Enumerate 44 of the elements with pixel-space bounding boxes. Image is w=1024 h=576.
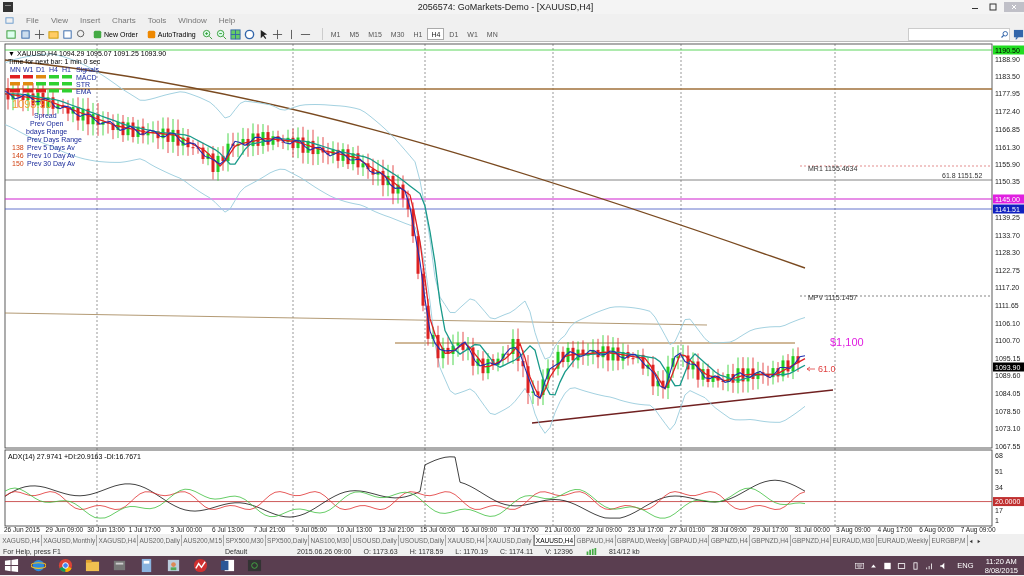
cross-icon[interactable] <box>34 28 45 40</box>
scroll-left-icon[interactable] <box>967 538 975 545</box>
signal-icon[interactable] <box>925 561 935 570</box>
app-icon[interactable] <box>112 558 127 573</box>
menu-item[interactable]: Insert <box>80 16 101 25</box>
browser-icon[interactable] <box>31 558 46 573</box>
monitor-icon[interactable] <box>897 561 907 570</box>
window-icon <box>5 16 14 25</box>
windows-logo-icon[interactable] <box>4 558 19 573</box>
window-icon[interactable] <box>62 28 73 40</box>
terminal-icon[interactable] <box>247 558 262 573</box>
maximize-icon[interactable] <box>986 2 1000 12</box>
chart-app-icon[interactable] <box>193 558 208 573</box>
menu-item[interactable]: Window <box>178 16 207 25</box>
robot-icon <box>146 29 156 39</box>
keyboard-icon[interactable] <box>855 561 865 570</box>
menu-item[interactable]: Charts <box>112 16 136 25</box>
clock-icon[interactable] <box>243 28 255 40</box>
chart-annotation: 61.0 <box>818 364 836 374</box>
zoom-in-icon[interactable] <box>201 28 213 40</box>
chevron-up-icon[interactable] <box>869 561 879 570</box>
calculator-icon[interactable] <box>139 558 154 573</box>
word-icon[interactable] <box>220 558 235 573</box>
arrow-icon <box>806 366 816 372</box>
search-icon[interactable] <box>1000 29 1009 39</box>
chart-annotation: $1,100 <box>830 336 864 348</box>
users-icon[interactable] <box>166 558 181 573</box>
price-display: 1093.90 <box>12 98 52 110</box>
grid-icon[interactable] <box>229 28 241 40</box>
crosshair-icon[interactable] <box>271 28 283 40</box>
zoom-out-icon[interactable] <box>215 28 227 40</box>
folder-icon[interactable] <box>85 558 100 573</box>
chat-icon[interactable] <box>1013 28 1024 40</box>
order-icon <box>93 29 102 39</box>
menu-item[interactable]: File <box>26 16 39 25</box>
window-title: 2056574: GoMarkets-Demo - [XAUUSD,H4] <box>416 2 595 12</box>
app-icon <box>3 2 13 12</box>
menu-item[interactable]: View <box>50 16 69 25</box>
connection-icon <box>584 547 597 555</box>
chrome-icon[interactable] <box>58 558 73 573</box>
battery-icon[interactable] <box>911 561 921 570</box>
menu-item[interactable]: Tools <box>147 16 167 25</box>
search-field[interactable] <box>908 27 1010 41</box>
menu-item[interactable]: Help <box>218 16 236 25</box>
